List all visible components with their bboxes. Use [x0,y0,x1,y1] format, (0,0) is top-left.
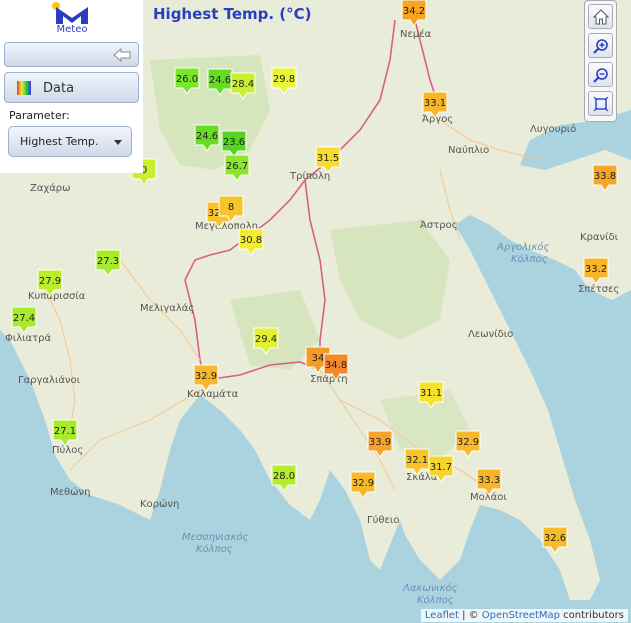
place-label: Καλαμάτα [187,388,239,400]
station-value: 27.9 [39,276,61,287]
parameter-select-value: Highest Temp. [20,135,99,148]
sea-label: Μεσσηνιακός [182,531,249,543]
side-panel: Meteo Data Parameter: Highest Temp. [0,0,143,173]
station-value: 28.4 [232,79,254,90]
station-value: 33.8 [594,171,616,182]
place-label: Πύλος [52,444,83,456]
parameter-select[interactable]: Highest Temp. [8,126,132,157]
station-value: 26.0 [176,74,198,85]
home-icon [592,9,609,25]
station-value: 31.5 [317,153,339,164]
sea-label: Αργολικός [496,241,550,253]
place-label: Τρίπολη [289,170,330,182]
place-label: Κρανίδι [580,231,619,243]
station-value: 24.6 [196,131,218,142]
station-value: 32.9 [195,371,217,382]
station-value: 33.9 [369,437,391,448]
map-attribution: Leaflet | © OpenStreetMap contributors [420,609,628,622]
sea-label: Λακωνικός [402,582,458,594]
full-extent-icon [593,96,608,112]
map-title: Highest Temp. (°C) [153,5,312,23]
home-button[interactable] [588,4,613,29]
logo-mark-icon [52,2,88,24]
map-toolbar [584,0,617,122]
leaflet-link[interactable]: Leaflet [425,610,459,621]
meteo-m-logo: Meteo [50,2,94,38]
station-value: 33.2 [585,264,607,275]
place-label: Άστρος [420,219,458,231]
place-label: Λυγουριό [530,123,576,135]
station-value: 27.3 [97,256,119,267]
arrow-left-icon [113,48,131,62]
chevron-down-icon [114,140,122,145]
place-label: Σπάρτη [310,373,348,385]
sea-label: Κόλπος [196,543,233,555]
place-label: Ναύπλιο [448,144,489,156]
station-value: 32.1 [406,455,428,466]
place-label: Μελιγαλάς [140,302,194,314]
place-label: Γαργαλιάνοι [18,374,81,386]
attribution-separator: | © [458,610,482,621]
zoom-out-button[interactable] [588,62,613,87]
station-value: 34.2 [403,6,425,17]
place-label: Κορώνη [140,498,179,510]
station-value: 30.8 [240,235,262,246]
place-label: Σπέτσες [578,283,619,295]
place-label: Κυπαρισσία [28,290,86,302]
station-value: 23.6 [223,137,245,148]
place-label: Νεμέα [400,28,432,40]
station-value: 32.9 [457,437,479,448]
data-tab-button[interactable]: Data [4,72,139,103]
station-value: 26.7 [226,161,248,172]
station-value: 31.7 [430,462,452,473]
zoom-in-icon [592,39,608,54]
station-value: 31.1 [420,388,442,399]
zoom-out-icon [592,68,608,83]
color-palette-icon [17,81,31,95]
place-label: Μεθώνη [50,486,90,498]
attribution-suffix: contributors [560,610,624,621]
station-value: 34 [312,353,325,364]
place-label: Φιλιατρά [5,332,52,344]
station-value: 28.0 [273,471,295,482]
station-value: 29.4 [255,334,277,345]
station-value: 29.8 [273,74,295,85]
collapse-panel-button[interactable] [4,42,139,67]
station-value: 27.1 [54,426,76,437]
full-extent-button[interactable] [588,91,613,116]
sea-label: Κόλπος [417,594,454,606]
place-label: Ζαχάρω [30,182,71,194]
station-value: 32.6 [544,533,566,544]
data-tab-label: Data [43,81,75,96]
osm-link[interactable]: OpenStreetMap [482,610,560,621]
place-label: Λεωνίδιο [468,328,513,340]
sea-label: Κόλπος [511,253,548,265]
parameter-label: Parameter: [9,109,70,122]
place-label: Γύθειο [367,514,399,526]
station-value: 32.9 [352,478,374,489]
station-value: 34.8 [325,360,347,371]
station-value: 33.3 [478,475,500,486]
logo-text: Meteo [56,24,88,35]
station-value: 33.1 [424,98,446,109]
station-value: 27.4 [13,313,35,324]
station-value: 8 [228,202,234,213]
station-value: 24.6 [209,75,231,86]
zoom-in-button[interactable] [588,33,613,58]
